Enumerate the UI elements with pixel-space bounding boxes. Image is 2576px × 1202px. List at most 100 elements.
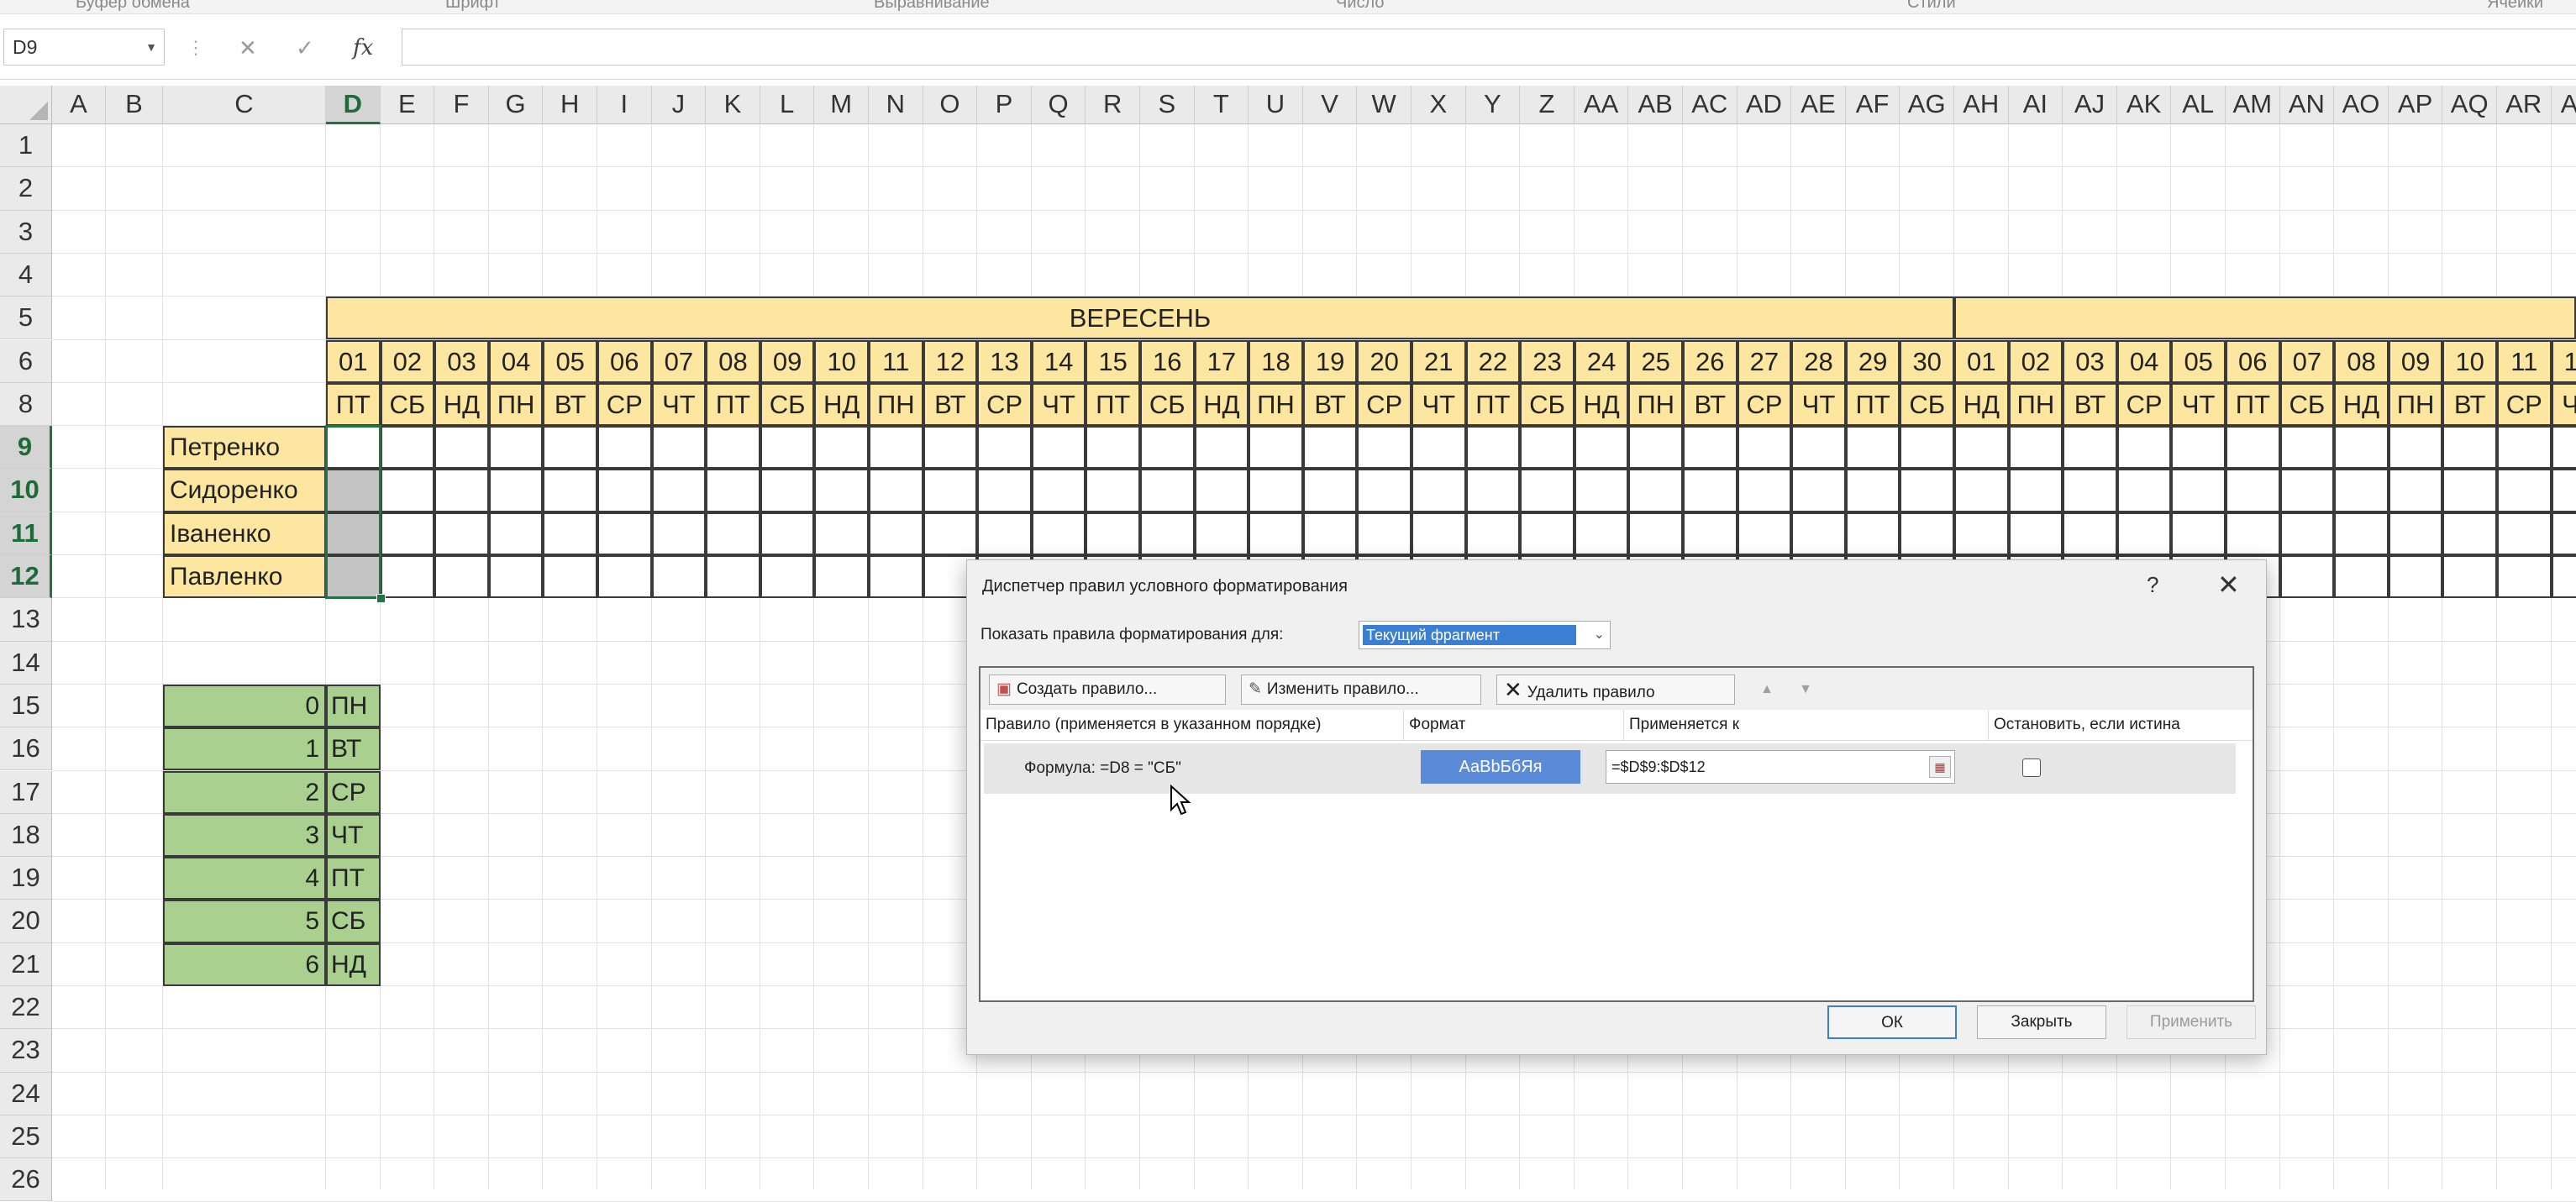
schedule-cell[interactable]	[434, 426, 489, 470]
schedule-cell[interactable]	[1465, 469, 1521, 512]
schedule-cell[interactable]	[2497, 426, 2552, 470]
schedule-cell[interactable]	[1574, 512, 1629, 555]
row-header-14[interactable]: 14	[0, 641, 52, 685]
column-header-s[interactable]: S	[1140, 86, 1195, 124]
schedule-cell[interactable]	[434, 555, 489, 599]
row-header-13[interactable]: 13	[0, 598, 52, 642]
schedule-cell[interactable]	[1900, 512, 1954, 555]
schedule-cell[interactable]	[1954, 469, 2009, 512]
schedule-cell[interactable]	[2551, 555, 2576, 599]
schedule-cell[interactable]	[2442, 469, 2497, 512]
schedule-cell[interactable]	[1845, 426, 1900, 470]
row-header-24[interactable]: 24	[0, 1072, 52, 1115]
schedule-cell[interactable]	[706, 512, 760, 555]
schedule-cell[interactable]	[1520, 512, 1575, 555]
column-header-w[interactable]: W	[1357, 86, 1412, 124]
schedule-cell[interactable]	[2008, 426, 2063, 470]
schedule-cell[interactable]	[2334, 426, 2389, 470]
schedule-cell[interactable]	[2551, 469, 2576, 512]
formula-input[interactable]	[402, 29, 2576, 66]
schedule-cell[interactable]	[434, 469, 489, 512]
schedule-cell[interactable]	[2442, 512, 2497, 555]
schedule-cell[interactable]	[1845, 469, 1900, 512]
schedule-cell[interactable]	[1140, 469, 1195, 512]
column-header-ai[interactable]: AI	[2008, 86, 2063, 124]
column-header-q[interactable]: Q	[1031, 86, 1086, 124]
schedule-cell[interactable]	[977, 469, 1032, 512]
schedule-cell[interactable]	[1737, 426, 1792, 470]
schedule-cell[interactable]	[2388, 469, 2443, 512]
schedule-cell[interactable]	[543, 512, 597, 555]
schedule-cell[interactable]	[1574, 426, 1629, 470]
column-header-o[interactable]: O	[923, 86, 978, 124]
schedule-cell[interactable]	[2551, 512, 2576, 555]
row-header-12[interactable]: 12	[0, 555, 52, 599]
schedule-cell[interactable]	[2334, 469, 2389, 512]
column-header-v[interactable]: V	[1302, 86, 1358, 124]
schedule-cell[interactable]	[977, 426, 1032, 470]
schedule-cell[interactable]	[2279, 426, 2335, 470]
row-header-4[interactable]: 4	[0, 253, 52, 297]
range-picker-icon[interactable]: ▦	[1929, 756, 1951, 778]
schedule-cell[interactable]	[760, 469, 815, 512]
schedule-cell[interactable]	[2063, 426, 2117, 470]
edit-rule-button[interactable]: ✎ Изменить правило...	[1241, 674, 1481, 705]
schedule-cell[interactable]	[869, 512, 923, 555]
column-header-j[interactable]: J	[651, 86, 707, 124]
row-header-15[interactable]: 15	[0, 684, 52, 728]
column-header-am[interactable]: AM	[2226, 86, 2280, 124]
column-header-aj[interactable]: AJ	[2063, 86, 2117, 124]
schedule-cell[interactable]	[2171, 512, 2226, 555]
schedule-cell[interactable]	[1900, 426, 1954, 470]
schedule-cell[interactable]	[1140, 512, 1195, 555]
new-rule-button[interactable]: ▣ Создать правило...	[989, 674, 1226, 705]
schedule-cell[interactable]	[488, 512, 544, 555]
column-header-n[interactable]: N	[869, 86, 923, 124]
schedule-cell[interactable]	[1412, 512, 1466, 555]
schedule-cell[interactable]	[1900, 469, 1954, 512]
row-header-25[interactable]: 25	[0, 1115, 52, 1159]
schedule-cell[interactable]	[1465, 512, 1521, 555]
row-header-11[interactable]: 11	[0, 512, 52, 555]
column-header-an[interactable]: AN	[2279, 86, 2335, 124]
schedule-cell[interactable]	[1249, 469, 1303, 512]
schedule-cell[interactable]	[1357, 469, 1412, 512]
column-header-m[interactable]: M	[814, 86, 869, 124]
schedule-cell[interactable]	[1628, 512, 1683, 555]
select-all-corner[interactable]	[0, 86, 52, 124]
schedule-cell[interactable]	[651, 512, 707, 555]
row-header-18[interactable]: 18	[0, 813, 52, 858]
column-header-u[interactable]: U	[1249, 86, 1303, 124]
column-header-ad[interactable]: AD	[1737, 86, 1792, 124]
row-header-17[interactable]: 17	[0, 770, 52, 814]
column-header-f[interactable]: F	[434, 86, 489, 124]
stop-if-true-checkbox[interactable]	[2022, 758, 2041, 777]
schedule-cell[interactable]	[1249, 426, 1303, 470]
column-header-ap[interactable]: AP	[2388, 86, 2443, 124]
schedule-cell[interactable]	[434, 512, 489, 555]
column-header-ae[interactable]: AE	[1791, 86, 1846, 124]
schedule-cell[interactable]	[1574, 469, 1629, 512]
schedule-cell[interactable]	[1357, 426, 1412, 470]
schedule-cell[interactable]	[597, 555, 652, 599]
schedule-cell[interactable]	[2279, 512, 2335, 555]
schedule-cell[interactable]	[2442, 555, 2497, 599]
column-header-aq[interactable]: AQ	[2442, 86, 2497, 124]
schedule-cell[interactable]	[2497, 512, 2552, 555]
ok-button[interactable]: ОК	[1827, 1005, 1957, 1039]
column-header-al[interactable]: AL	[2171, 86, 2226, 124]
schedule-cell[interactable]	[380, 512, 435, 555]
show-rules-select[interactable]: Текущий фрагмент ⌄	[1359, 621, 1611, 649]
schedule-cell[interactable]	[1086, 512, 1140, 555]
schedule-cell[interactable]	[380, 469, 435, 512]
column-header-aa[interactable]: AA	[1574, 86, 1629, 124]
row-header-9[interactable]: 9	[0, 426, 52, 470]
schedule-cell[interactable]	[2226, 512, 2280, 555]
schedule-cell[interactable]	[1791, 469, 1846, 512]
column-header-d[interactable]: D	[326, 86, 381, 124]
schedule-cell[interactable]	[2279, 469, 2335, 512]
schedule-cell[interactable]	[2171, 469, 2226, 512]
schedule-cell[interactable]	[2279, 555, 2335, 599]
schedule-cell[interactable]	[2334, 512, 2389, 555]
name-box[interactable]: D9 ▼	[3, 29, 165, 66]
